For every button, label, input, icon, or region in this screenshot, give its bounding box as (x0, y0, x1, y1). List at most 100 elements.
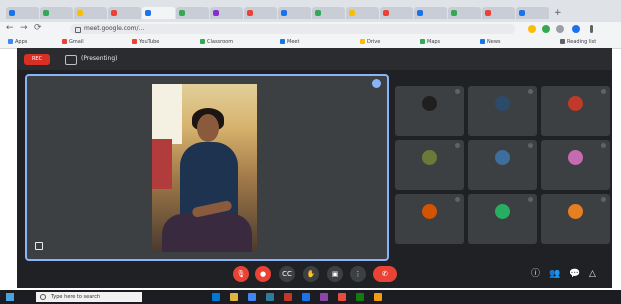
participant-avatar (495, 150, 510, 165)
presenting-label: (Presenting) (81, 55, 118, 62)
back-button[interactable]: ← (6, 23, 14, 33)
activities-icon[interactable]: △ (589, 269, 596, 279)
info-icon[interactable]: ⓘ (531, 269, 540, 279)
participant-tile[interactable] (468, 140, 537, 190)
taskbar-app-icon[interactable] (266, 293, 274, 301)
browser-tab[interactable] (142, 7, 175, 19)
browser-tab[interactable] (346, 7, 379, 19)
participant-tile[interactable] (395, 140, 464, 190)
extension-icon[interactable] (542, 25, 550, 33)
bookmark-item[interactable]: Classroom (200, 38, 233, 46)
tab-favicon-icon (43, 10, 49, 16)
bookmark-item[interactable]: Maps (420, 38, 440, 46)
video-person-head (197, 114, 219, 142)
meet-control-bar: 🎙 ● CC ✋ ▣ ⋮ ✆ ⓘ 👥 💬 △ (17, 260, 612, 288)
bookmark-item[interactable]: Meet (280, 38, 299, 46)
bookmark-label: Apps (15, 39, 28, 45)
present-button[interactable]: ▣ (327, 266, 343, 282)
bookmark-label: News (487, 39, 501, 45)
tab-favicon-icon (349, 10, 355, 16)
lock-icon (75, 27, 81, 33)
end-call-button[interactable]: ✆ (373, 266, 397, 282)
browser-toolbar: ← → ⟳ meet.google.com/... (0, 22, 621, 36)
participant-tile[interactable] (468, 194, 537, 244)
video-person-lap (162, 214, 252, 252)
browser-tabstrip: + (0, 0, 621, 22)
taskbar-app-icon[interactable] (284, 293, 292, 301)
browser-tab[interactable] (278, 7, 311, 19)
bookmark-item[interactable]: Apps (8, 38, 27, 46)
taskbar-app-icon[interactable] (212, 293, 220, 301)
taskbar-app-icon[interactable] (338, 293, 346, 301)
windows-taskbar: Type here to search (0, 290, 621, 304)
browser-tab[interactable] (312, 7, 345, 19)
profile-avatar[interactable] (572, 25, 580, 33)
browser-tab[interactable] (74, 7, 107, 19)
bookmark-item[interactable]: Gmail (62, 38, 84, 46)
bookmark-label: Drive (367, 39, 381, 45)
taskbar-app-icon[interactable] (320, 293, 328, 301)
new-tab-button[interactable]: + (554, 8, 562, 18)
taskbar-app-icon[interactable] (374, 293, 382, 301)
participant-tile[interactable] (395, 86, 464, 136)
bookmark-item[interactable]: Drive (360, 38, 380, 46)
bookmark-favicon-icon (62, 39, 67, 44)
forward-button[interactable]: → (20, 23, 28, 33)
mic-status-icon (528, 89, 533, 94)
taskbar-app-icon[interactable] (248, 293, 256, 301)
browser-tab[interactable] (176, 7, 209, 19)
browser-tab[interactable] (40, 7, 73, 19)
video-wall (152, 84, 182, 144)
reload-button[interactable]: ⟳ (34, 23, 42, 33)
main-video-tile[interactable] (25, 74, 389, 261)
participant-tile[interactable] (541, 194, 610, 244)
bookmark-item[interactable]: YouTube (132, 38, 159, 46)
raise-hand-button[interactable]: ✋ (303, 266, 319, 282)
tab-favicon-icon (383, 10, 389, 16)
participant-avatar (568, 96, 583, 111)
address-bar[interactable]: meet.google.com/... (70, 24, 515, 34)
taskbar-app-icon[interactable] (302, 293, 310, 301)
taskbar-search-box[interactable]: Type here to search (36, 292, 142, 302)
participant-avatar (495, 204, 510, 219)
chat-icon[interactable]: 💬 (569, 269, 580, 279)
puzzle-icon[interactable] (556, 25, 564, 33)
browser-tab[interactable] (108, 7, 141, 19)
participant-avatar (422, 96, 437, 111)
tab-favicon-icon (9, 10, 15, 16)
camera-toggle-button[interactable]: ● (255, 266, 271, 282)
participant-tile[interactable] (468, 86, 537, 136)
tab-favicon-icon (451, 10, 457, 16)
bookmark-item[interactable]: News (480, 38, 501, 46)
kebab-menu-icon[interactable] (590, 25, 593, 33)
mic-toggle-button[interactable]: 🎙 (233, 266, 249, 282)
browser-tab[interactable] (244, 7, 277, 19)
browser-tab[interactable] (516, 7, 549, 19)
browser-tab[interactable] (448, 7, 481, 19)
search-icon (40, 294, 46, 300)
mic-status-icon (455, 89, 460, 94)
browser-tab[interactable] (414, 7, 447, 19)
bookmark-label: Meet (287, 39, 300, 45)
browser-tab[interactable] (210, 7, 243, 19)
browser-tab[interactable] (380, 7, 413, 19)
bookmark-favicon-icon (480, 39, 485, 44)
taskbar-app-icon[interactable] (356, 293, 364, 301)
captions-button[interactable]: CC (279, 266, 295, 282)
tab-favicon-icon (179, 10, 185, 16)
pin-icon[interactable] (372, 79, 381, 88)
extension-icon[interactable] (528, 25, 536, 33)
browser-tab[interactable] (6, 7, 39, 19)
participant-tile[interactable] (541, 86, 610, 136)
bookmark-favicon-icon (200, 39, 205, 44)
participant-tile[interactable] (541, 140, 610, 190)
bookmark-favicon-icon (420, 39, 425, 44)
browser-tab[interactable] (482, 7, 515, 19)
bookmark-label: YouTube (139, 39, 160, 45)
people-icon[interactable]: 👥 (549, 269, 560, 279)
taskbar-app-icon[interactable] (230, 293, 238, 301)
participant-tile[interactable] (395, 194, 464, 244)
more-options-button[interactable]: ⋮ (350, 266, 366, 282)
bookmark-item[interactable]: Reading list (560, 38, 596, 46)
windows-start-icon[interactable] (6, 293, 14, 301)
